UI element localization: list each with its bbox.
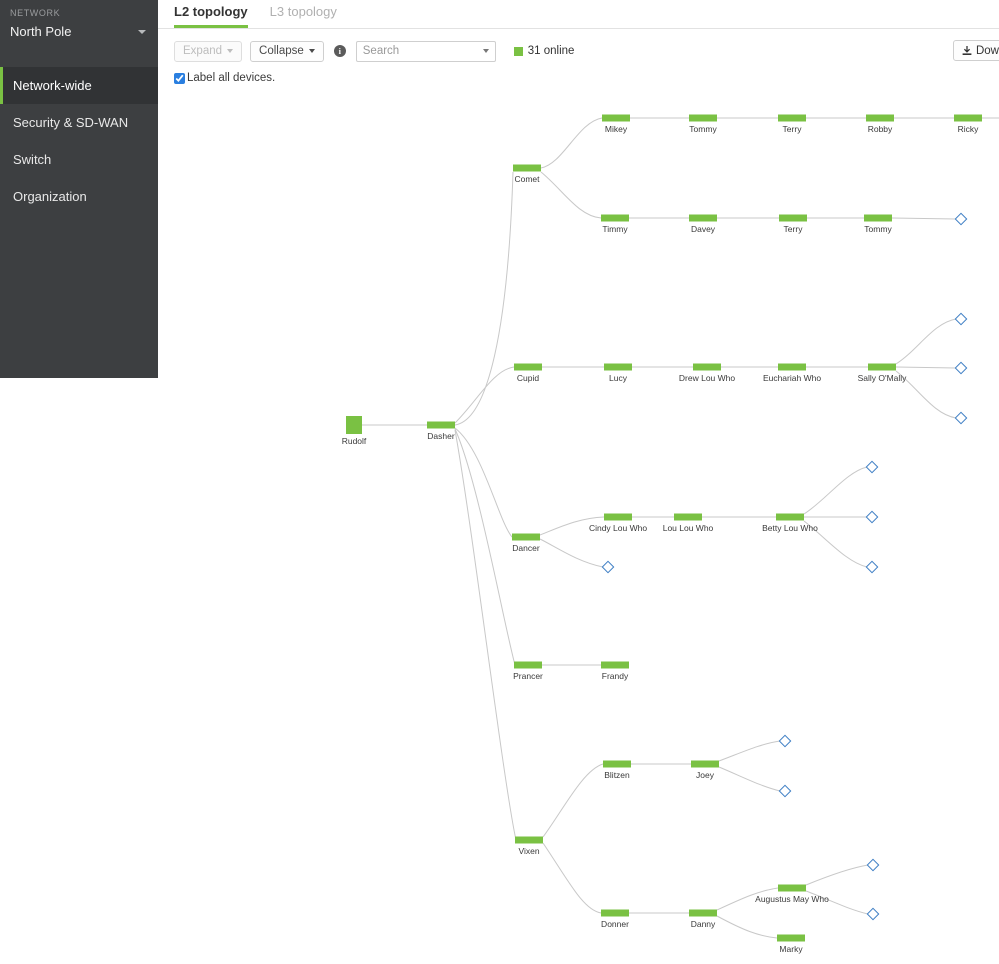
network-selector[interactable]: North Pole xyxy=(0,18,158,49)
topology-node[interactable] xyxy=(689,115,717,122)
tab-l2-topology[interactable]: L2 topology xyxy=(174,4,248,28)
download-icon xyxy=(962,46,972,56)
sidebar-item-security-sd-wan[interactable]: Security & SD-WAN xyxy=(0,104,158,141)
expand-button-label: Expand xyxy=(183,45,222,57)
topology-node[interactable] xyxy=(864,215,892,222)
topology-link xyxy=(455,172,513,425)
topology-node[interactable] xyxy=(776,514,804,521)
topology-link xyxy=(717,916,777,938)
tab-l3-topology[interactable]: L3 topology xyxy=(270,4,337,28)
network-selector-label: North Pole xyxy=(10,24,71,39)
main-panel: L2 topology L3 topology Expand Collapse i… xyxy=(158,0,999,964)
topology-link xyxy=(804,467,867,514)
topology-node[interactable] xyxy=(515,837,543,844)
topology-node[interactable] xyxy=(778,885,806,892)
topology-node[interactable] xyxy=(512,534,540,541)
topology-node[interactable] xyxy=(778,364,806,371)
topology-link xyxy=(892,218,956,219)
online-status: 31 online xyxy=(514,45,575,57)
topology-link xyxy=(896,367,956,368)
expand-button[interactable]: Expand xyxy=(174,41,242,62)
sidebar: NETWORK North Pole Network-wide Security … xyxy=(0,0,158,378)
topology-node[interactable] xyxy=(693,364,721,371)
topology-link xyxy=(541,118,602,168)
topology-node[interactable] xyxy=(777,935,805,942)
collapse-button-label: Collapse xyxy=(259,45,304,57)
sidebar-item-organization[interactable]: Organization xyxy=(0,178,158,215)
topology-node[interactable] xyxy=(778,115,806,122)
topology-node[interactable] xyxy=(601,215,629,222)
topology-node[interactable] xyxy=(603,761,631,768)
toolbar: Expand Collapse i 31 online D xyxy=(158,36,999,66)
sidebar-item-network-wide[interactable]: Network-wide xyxy=(0,67,158,104)
chevron-down-icon xyxy=(227,49,233,53)
topology-node[interactable] xyxy=(779,215,807,222)
topology-node[interactable] xyxy=(514,662,542,669)
search-input[interactable] xyxy=(357,45,495,57)
topology-node[interactable] xyxy=(689,910,717,917)
topology-node[interactable] xyxy=(346,416,362,434)
topology-node[interactable] xyxy=(954,115,982,122)
topology-node[interactable] xyxy=(691,761,719,768)
topology-link xyxy=(806,865,868,885)
online-swatch-icon xyxy=(514,47,523,56)
topology-page: NETWORK North Pole Network-wide Security … xyxy=(0,0,999,964)
tab-bar: L2 topology L3 topology xyxy=(158,0,999,29)
topology-node[interactable] xyxy=(602,115,630,122)
sidebar-item-label: Security & SD-WAN xyxy=(13,115,128,130)
topology-link xyxy=(717,888,778,910)
sidebar-item-label: Organization xyxy=(13,189,87,204)
topology-link xyxy=(540,517,604,535)
topology-node[interactable] xyxy=(513,165,541,172)
search-box[interactable] xyxy=(356,41,496,62)
topology-node[interactable] xyxy=(674,514,702,521)
topology-node[interactable] xyxy=(601,662,629,669)
info-icon[interactable]: i xyxy=(334,45,346,57)
sidebar-divider xyxy=(0,49,158,67)
topology-link xyxy=(455,430,516,840)
topology-node[interactable] xyxy=(689,215,717,222)
download-button[interactable]: Dow xyxy=(953,40,999,61)
sidebar-nav: Network-wide Security & SD-WAN Switch Organ… xyxy=(0,67,158,215)
topology-node[interactable] xyxy=(427,422,455,429)
download-button-label: Dow xyxy=(976,45,999,57)
topology-link xyxy=(455,367,514,423)
collapse-button[interactable]: Collapse xyxy=(250,41,324,62)
chevron-down-icon xyxy=(309,49,315,53)
topology-node[interactable] xyxy=(514,364,542,371)
sidebar-item-label: Switch xyxy=(13,152,51,167)
topology-node[interactable] xyxy=(601,910,629,917)
chevron-down-icon[interactable] xyxy=(483,49,489,53)
topology-link xyxy=(719,767,780,791)
topology-link xyxy=(540,539,603,567)
topology-link xyxy=(896,371,956,418)
topology-link xyxy=(806,891,868,914)
sidebar-item-label: Network-wide xyxy=(13,78,92,93)
topology-link xyxy=(543,843,601,913)
sidebar-item-switch[interactable]: Switch xyxy=(0,141,158,178)
topology-link xyxy=(804,521,867,567)
chevron-down-icon xyxy=(138,30,146,34)
topology-node[interactable] xyxy=(868,364,896,371)
topology-node[interactable] xyxy=(866,115,894,122)
topology-link xyxy=(541,172,601,218)
topology-node[interactable] xyxy=(604,364,632,371)
topology-canvas[interactable]: RudolfDasherCometMikeyTommyTerryRobbyRic… xyxy=(158,80,999,964)
online-count-label: 31 online xyxy=(528,45,575,57)
topology-node[interactable] xyxy=(604,514,632,521)
topology-link xyxy=(896,319,956,364)
sidebar-section-label: NETWORK xyxy=(0,0,158,18)
topology-link xyxy=(543,764,603,837)
topology-link xyxy=(719,741,780,761)
